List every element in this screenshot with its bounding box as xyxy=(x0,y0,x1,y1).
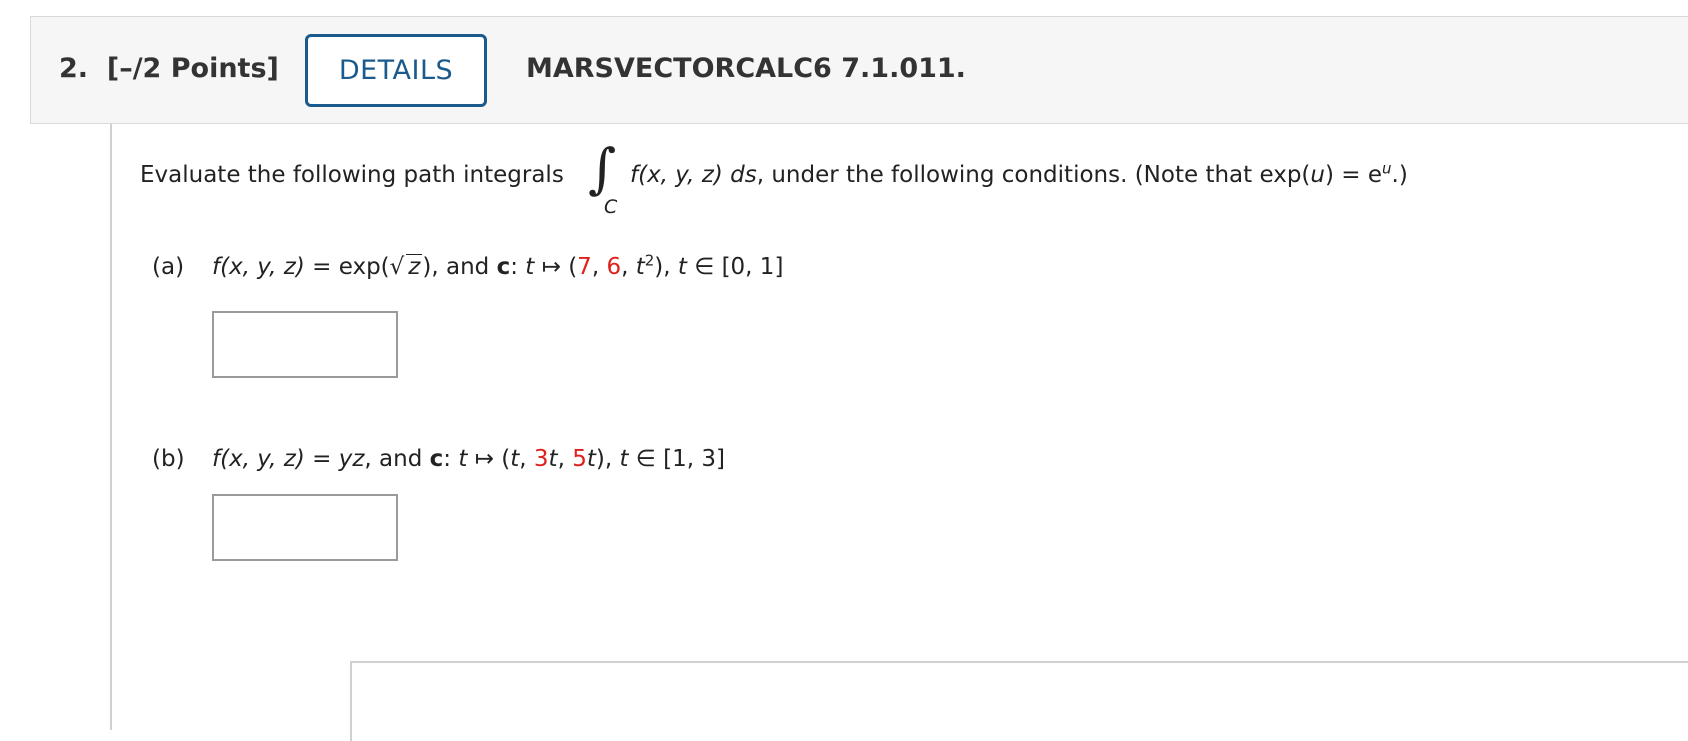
part-b-curve-c: c xyxy=(429,446,444,472)
part-a-colon: : xyxy=(510,254,526,280)
part-a-maps: ↦ ( xyxy=(534,254,578,280)
content-left-border xyxy=(110,124,112,730)
part-b-t-second: t xyxy=(548,446,558,472)
part-b-yz: yz xyxy=(338,446,365,472)
part-b-close: ), xyxy=(595,446,620,472)
next-section-box xyxy=(350,661,1688,741)
part-a-domain: ∈ [0, 1] xyxy=(686,254,784,280)
prompt-tail: , under the following conditions. (Note … xyxy=(756,162,1311,188)
part-b-t: t xyxy=(458,446,468,472)
part-a-answer-input[interactable] xyxy=(212,311,398,378)
prompt-lead-text: Evaluate the following path integrals xyxy=(140,162,564,188)
part-a-label: (a) xyxy=(152,254,185,280)
part-a-t2: t xyxy=(635,254,645,280)
prompt-expression: f(x, y, z) ds, under the following condi… xyxy=(630,159,1408,188)
part-a-and: ), and xyxy=(422,254,497,280)
integral-symbol: ∫ xyxy=(588,137,617,200)
part-a-t2-sup: 2 xyxy=(644,251,655,270)
part-b-function: f(x, y, z) xyxy=(212,446,305,472)
part-b-colon: : xyxy=(443,446,459,472)
question-header: 2. [–/2 Points] DETAILS MARSVECTORCALC6 … xyxy=(30,16,1688,124)
part-a-value-2: 6 xyxy=(606,254,622,280)
part-b-answer-input[interactable] xyxy=(212,494,398,561)
part-a-curve-c: c xyxy=(496,254,511,280)
part-b-value-3: 5 xyxy=(572,446,587,472)
part-b-value-2: 3 xyxy=(533,446,549,472)
part-a-comma1: , xyxy=(591,254,607,280)
part-b: (b) f(x, y, z) = yz, and c: t ↦ (t, 3t, 5… xyxy=(152,446,725,472)
part-b-comma2: , xyxy=(557,446,573,472)
sqrt-argument: z xyxy=(406,254,423,280)
details-button[interactable]: DETAILS xyxy=(305,34,487,107)
part-b-t-third: t xyxy=(586,446,596,472)
part-a-t-domain: t xyxy=(677,254,687,280)
question-number: 2. xyxy=(59,53,89,84)
sqrt-icon: √ xyxy=(389,254,405,280)
part-a-function: f(x, y, z) xyxy=(212,254,305,280)
question-id: MARSVECTORCALC6 7.1.011. xyxy=(526,53,966,84)
points-label: [–/2 Points] xyxy=(106,53,279,84)
part-a-comma2: , xyxy=(621,254,636,280)
part-b-maps: ↦ ( xyxy=(467,446,511,472)
exp-superscript: u xyxy=(1382,159,1392,178)
part-a-eq: = exp( xyxy=(304,254,390,280)
part-b-and: , and xyxy=(364,446,430,472)
part-b-domain: ∈ [1, 3] xyxy=(628,446,725,472)
part-a: (a) f(x, y, z) = exp(√ z), and c: t ↦ (7, … xyxy=(152,251,784,280)
part-a-close: ), xyxy=(654,254,678,280)
part-b-t-first: t xyxy=(510,446,520,472)
part-b-comma1: , xyxy=(519,446,534,472)
part-b-label: (b) xyxy=(152,446,185,472)
integrand-expression: f(x, y, z) ds xyxy=(630,162,757,188)
u-variable: u xyxy=(1310,162,1325,188)
prompt-tail2: ) = e xyxy=(1324,162,1382,188)
prompt-tail3: .) xyxy=(1391,162,1408,188)
question-number-points: 2. [–/2 Points] xyxy=(59,53,279,84)
integral-subscript: C xyxy=(604,196,618,218)
part-a-value-1: 7 xyxy=(577,254,592,280)
part-b-eq: = xyxy=(304,446,339,472)
prompt-lead: Evaluate the following path integrals xyxy=(140,162,564,188)
part-b-t-domain: t xyxy=(619,446,629,472)
part-a-t: t xyxy=(525,254,535,280)
